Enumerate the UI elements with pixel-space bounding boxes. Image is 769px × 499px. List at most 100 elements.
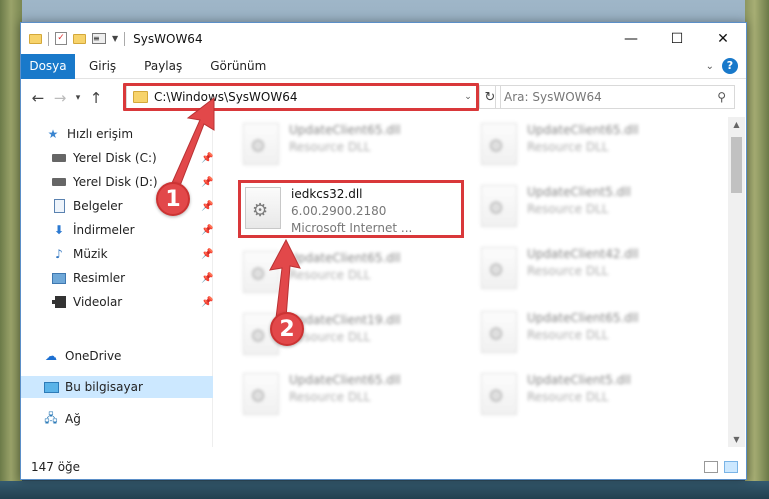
pin-icon[interactable]: 📌 bbox=[201, 201, 213, 212]
recent-locations-button[interactable]: ▾ bbox=[71, 93, 85, 103]
folder-icon[interactable] bbox=[29, 33, 42, 44]
item-count: 147 öğe bbox=[31, 460, 81, 474]
file-name: iedkcs32.dll bbox=[291, 187, 363, 201]
minimize-button[interactable]: — bbox=[608, 23, 654, 54]
drive-icon bbox=[51, 151, 67, 165]
sidebar-item-label: Müzik bbox=[73, 247, 108, 261]
tiles-view-icon[interactable] bbox=[724, 461, 738, 473]
cloud-icon: ☁ bbox=[45, 349, 57, 363]
list-item[interactable]: ⚙ UpdateClient65.dll Resource DLL bbox=[477, 307, 707, 359]
list-item[interactable]: ⚙ UpdateClient42.dll Resource DLL bbox=[477, 243, 707, 295]
title-bar: ✓ ≡ ▼ SysWOW64 — ☐ ✕ bbox=[21, 23, 746, 54]
sidebar-item-label: Resimler bbox=[73, 271, 126, 285]
status-bar: 147 öğe bbox=[21, 455, 746, 479]
pin-icon[interactable]: 📌 bbox=[201, 273, 213, 284]
scroll-up-icon[interactable]: ▲ bbox=[728, 120, 745, 129]
customize-icon[interactable]: ≡ bbox=[92, 33, 106, 44]
sidebar-item-downloads[interactable]: ⬇ İndirmeler 📌 bbox=[21, 219, 213, 241]
tab-home[interactable]: Giriş bbox=[75, 59, 130, 73]
sidebar-item-label: Ağ bbox=[65, 412, 81, 426]
sidebar-item-pictures[interactable]: Resimler 📌 bbox=[21, 267, 213, 289]
file-name: UpdateClient19.dll bbox=[289, 313, 401, 327]
video-icon bbox=[51, 295, 67, 309]
chevron-down-icon[interactable]: ▼ bbox=[112, 34, 118, 43]
properties-check-icon[interactable]: ✓ bbox=[55, 32, 67, 45]
tab-view[interactable]: Görünüm bbox=[196, 59, 280, 73]
window-title: SysWOW64 bbox=[133, 31, 203, 46]
search-input[interactable]: Ara: SysWOW64 ⚲ bbox=[495, 85, 735, 109]
pin-icon[interactable]: 📌 bbox=[201, 297, 213, 308]
pin-icon[interactable]: 📌 bbox=[201, 177, 213, 188]
up-button[interactable]: ↑ bbox=[85, 89, 107, 107]
list-item[interactable]: ⚙ UpdateClient65.dll Resource DLL bbox=[239, 119, 469, 171]
sidebar-item-disk-c[interactable]: Yerel Disk (C:) 📌 bbox=[21, 147, 213, 169]
file-description: Resource DLL bbox=[527, 140, 609, 154]
address-highlight bbox=[123, 83, 479, 111]
pin-icon[interactable]: 📌 bbox=[201, 225, 213, 236]
file-name: UpdateClient42.dll bbox=[527, 247, 639, 261]
sidebar-item-label: Yerel Disk (C:) bbox=[73, 151, 157, 165]
search-icon[interactable]: ⚲ bbox=[717, 90, 726, 104]
list-item[interactable]: ⚙ UpdateClient5.dll Resource DLL bbox=[477, 181, 707, 233]
details-view-icon[interactable] bbox=[704, 461, 718, 473]
list-item-iedkcs32[interactable]: ⚙ iedkcs32.dll 6.00.2900.2180 Microsoft … bbox=[241, 183, 471, 235]
list-item[interactable]: ⚙ UpdateClient65.dll Resource DLL bbox=[239, 369, 469, 421]
music-icon: ♪ bbox=[55, 247, 63, 261]
dll-file-icon: ⚙ bbox=[243, 373, 279, 415]
file-name: UpdateClient5.dll bbox=[527, 373, 631, 387]
sidebar-item-label: Bu bilgisayar bbox=[65, 380, 143, 394]
pin-icon[interactable]: 📌 bbox=[201, 153, 213, 164]
download-icon: ⬇ bbox=[53, 223, 65, 237]
sidebar-item-label: Yerel Disk (D:) bbox=[73, 175, 158, 189]
list-item[interactable]: ⚙ UpdateClient5.dll Resource DLL bbox=[477, 369, 707, 421]
computer-icon bbox=[43, 380, 59, 394]
file-description: Resource DLL bbox=[289, 268, 371, 282]
ribbon-right-controls: ⌄ ? bbox=[706, 58, 738, 74]
navigation-pane: ★ Hızlı erişim Yerel Disk (C:) 📌 Yerel D… bbox=[21, 117, 213, 447]
window-controls: — ☐ ✕ bbox=[608, 23, 746, 54]
sidebar-item-label: OneDrive bbox=[65, 349, 122, 363]
view-switcher bbox=[704, 461, 738, 473]
sidebar-item-quick-access[interactable]: ★ Hızlı erişim bbox=[21, 123, 213, 145]
sidebar-item-onedrive[interactable]: ☁ OneDrive bbox=[21, 345, 213, 367]
file-description: Resource DLL bbox=[527, 202, 609, 216]
tab-file[interactable]: Dosya bbox=[21, 53, 75, 79]
search-placeholder: Ara: SysWOW64 bbox=[504, 90, 602, 104]
dll-file-icon: ⚙ bbox=[481, 373, 517, 415]
sidebar-item-music[interactable]: ♪ Müzik 📌 bbox=[21, 243, 213, 265]
scroll-thumb[interactable] bbox=[731, 137, 742, 193]
file-description: Resource DLL bbox=[527, 264, 609, 278]
dll-file-icon: ⚙ bbox=[481, 311, 517, 353]
pictures-icon bbox=[51, 271, 67, 285]
step-marker-1: 1 bbox=[156, 182, 190, 216]
desktop-tree-right bbox=[745, 0, 769, 499]
explorer-window: ✓ ≡ ▼ SysWOW64 — ☐ ✕ Dosya Giriş Paylaş … bbox=[20, 22, 747, 480]
chevron-down-icon[interactable]: ⌄ bbox=[706, 61, 714, 72]
drive-icon bbox=[51, 175, 67, 189]
close-button[interactable]: ✕ bbox=[700, 23, 746, 54]
toolbar-separator bbox=[48, 31, 49, 46]
sidebar-item-network[interactable]: 🖧 Ağ bbox=[21, 408, 213, 430]
file-description: Resource DLL bbox=[289, 390, 371, 404]
sidebar-item-videos[interactable]: Videolar 📌 bbox=[21, 291, 213, 313]
file-description: Resource DLL bbox=[527, 390, 609, 404]
scroll-down-icon[interactable]: ▼ bbox=[728, 435, 745, 444]
new-folder-icon[interactable] bbox=[73, 33, 86, 44]
file-description: Resource DLL bbox=[289, 140, 371, 154]
back-button[interactable]: ← bbox=[27, 89, 49, 107]
sidebar-item-label: Hızlı erişim bbox=[67, 127, 134, 141]
help-icon[interactable]: ? bbox=[722, 58, 738, 74]
forward-button[interactable]: → bbox=[49, 89, 71, 107]
dll-file-icon: ⚙ bbox=[243, 251, 279, 293]
vertical-scrollbar[interactable]: ▲ ▼ bbox=[728, 117, 745, 447]
maximize-button[interactable]: ☐ bbox=[654, 23, 700, 54]
tab-share[interactable]: Paylaş bbox=[130, 59, 196, 73]
file-company: Microsoft Internet ... bbox=[291, 221, 413, 235]
pin-icon[interactable]: 📌 bbox=[201, 249, 213, 260]
sidebar-item-this-pc[interactable]: Bu bilgisayar bbox=[21, 376, 213, 398]
list-item[interactable]: ⚙ UpdateClient65.dll Resource DLL bbox=[239, 247, 469, 299]
file-name: UpdateClient65.dll bbox=[527, 123, 639, 137]
list-item[interactable]: ⚙ UpdateClient65.dll Resource DLL bbox=[477, 119, 707, 171]
star-icon: ★ bbox=[47, 127, 59, 141]
highlighted-file[interactable]: ⚙ iedkcs32.dll 6.00.2900.2180 Microsoft … bbox=[238, 180, 464, 238]
